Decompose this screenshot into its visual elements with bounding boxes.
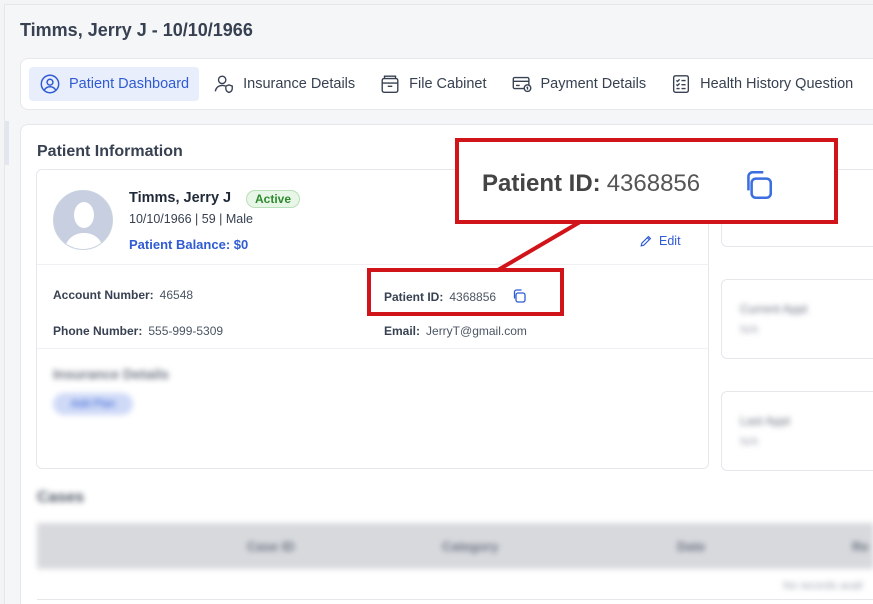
tab-health-history[interactable]: Health History Question <box>660 67 863 101</box>
account-number-field: Account Number: 46548 <box>53 288 193 302</box>
user-circle-icon <box>40 74 60 94</box>
tab-label: Payment Details <box>540 76 647 92</box>
zoom-patient-id-value: 4368856 <box>606 170 701 197</box>
zoom-patient-id-label: Patient ID: <box>482 170 601 197</box>
tab-label: Patient Dashboard <box>69 76 190 92</box>
pencil-icon <box>640 235 652 247</box>
page-title: Timms, Jerry J - 10/10/1966 <box>20 20 253 40</box>
zoom-callout: Patient ID: 4368856 <box>455 138 838 224</box>
tab-patient-dashboard[interactable]: Patient Dashboard <box>29 67 200 101</box>
empty-table-text: No records avail <box>783 580 863 592</box>
last-appt-card: Last Appt N/A <box>721 391 873 471</box>
edit-button[interactable]: Edit <box>639 234 681 248</box>
tab-payment-details[interactable]: Payment Details <box>501 67 657 101</box>
patient-dob-age-sex: 10/10/1966 | 59 | Male <box>129 212 253 226</box>
current-appt-label: Current Appt <box>740 302 808 316</box>
zoom-patient-id: Patient ID: 4368856 <box>482 170 700 198</box>
column-header[interactable]: Case ID <box>247 539 295 554</box>
divider <box>37 348 709 349</box>
tab-file-cabinet[interactable]: File Cabinet <box>369 67 496 101</box>
tab-label: Health History Question <box>700 76 854 92</box>
column-header[interactable]: Date <box>677 539 705 554</box>
highlight-box <box>367 268 564 316</box>
email-value: JerryT@gmail.com <box>426 324 527 338</box>
phone-number-value: 555-999-5309 <box>148 324 224 338</box>
cases-table-header: Case ID Category Date Re <box>37 523 873 569</box>
payment-card-icon <box>512 76 532 93</box>
user-shield-icon <box>214 75 234 94</box>
phone-number-label: Phone Number: <box>53 324 143 338</box>
account-number-value: 46548 <box>159 288 194 302</box>
tab-bar: Patient Dashboard Insurance Details File… <box>20 58 873 110</box>
add-plan-button[interactable]: Add Plan <box>53 393 133 415</box>
current-appt-card: Current Appt N/A <box>721 279 873 359</box>
status-badge: Active <box>246 190 301 208</box>
file-cabinet-icon <box>381 75 399 93</box>
last-appt-label: Last Appt <box>740 414 791 428</box>
person-silhouette-icon <box>54 191 112 249</box>
last-appt-value: N/A <box>740 436 759 448</box>
patient-balance[interactable]: Patient Balance: $0 <box>129 237 248 252</box>
phone-number-field: Phone Number: 555-999-5309 <box>53 324 223 338</box>
cases-title: Cases <box>37 489 85 506</box>
checklist-icon <box>673 75 690 93</box>
column-header[interactable]: Re <box>852 539 869 554</box>
section-title: Patient Information <box>37 143 183 160</box>
copy-icon <box>747 170 773 200</box>
tab-label: File Cabinet <box>409 76 487 92</box>
avatar <box>53 190 113 250</box>
column-header[interactable]: Category <box>442 539 498 554</box>
sidebar-edge <box>5 121 9 165</box>
current-appt-value: N/A <box>740 324 759 336</box>
add-plan-label: Add Plan <box>70 398 116 410</box>
email-field: Email: JerryT@gmail.com <box>384 324 527 338</box>
insurance-details-title: Insurance Details <box>53 366 169 382</box>
tab-label: Insurance Details <box>243 76 356 92</box>
divider <box>37 264 709 265</box>
patient-name: Timms, Jerry J <box>129 190 232 206</box>
edit-label: Edit <box>659 234 681 248</box>
email-label: Email: <box>384 324 421 338</box>
table-divider <box>37 599 873 600</box>
tab-insurance-details[interactable]: Insurance Details <box>203 67 365 101</box>
account-number-label: Account Number: <box>53 288 154 302</box>
